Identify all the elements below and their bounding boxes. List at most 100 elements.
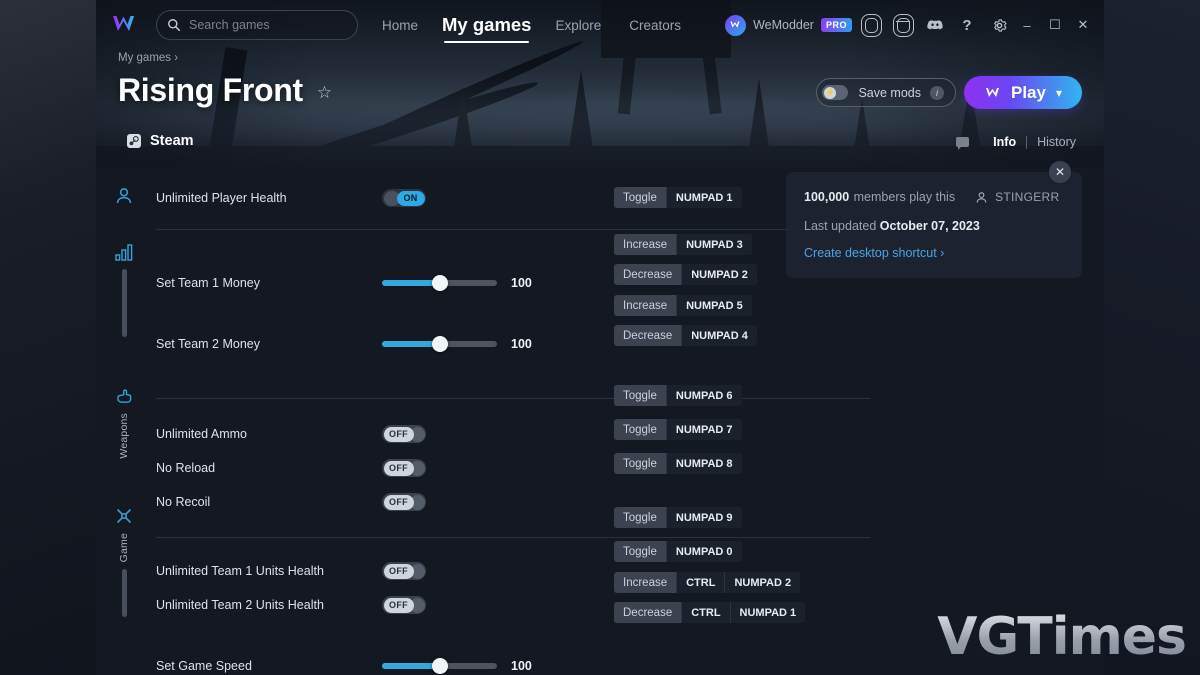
hotkey-column-3: Toggle NUMPAD 6 bbox=[614, 385, 874, 406]
avatar[interactable] bbox=[725, 14, 747, 36]
account-username[interactable]: WeModder bbox=[753, 18, 814, 32]
platform-row: Steam bbox=[118, 133, 194, 149]
last-updated-date: October 07, 2023 bbox=[879, 219, 980, 233]
cheat-slider[interactable]: 100 bbox=[382, 336, 532, 352]
tab-history[interactable]: History bbox=[1027, 135, 1086, 149]
window-minimize-button[interactable]: – bbox=[1014, 12, 1040, 38]
window-maximize-button[interactable]: ☐ bbox=[1042, 12, 1068, 38]
toggle-state-label: OFF bbox=[383, 494, 414, 510]
hotkey-key: NUMPAD 1 bbox=[729, 602, 806, 623]
category-player[interactable] bbox=[96, 186, 152, 206]
library-icon[interactable] bbox=[858, 12, 884, 38]
cheat-slider[interactable]: 100 bbox=[382, 658, 532, 674]
cheat-toggle[interactable]: OFF bbox=[382, 459, 426, 477]
hotkey-key: NUMPAD 3 bbox=[676, 234, 752, 255]
cheat-name: Unlimited Player Health bbox=[156, 191, 287, 205]
search-input[interactable] bbox=[181, 18, 357, 32]
category-scroll-indicator-game bbox=[121, 569, 127, 618]
chat-bubble-icon[interactable] bbox=[956, 137, 970, 150]
tab-info[interactable]: Info bbox=[983, 135, 1026, 149]
cheat-toggle[interactable]: OFF bbox=[382, 596, 426, 614]
hotkey-binding[interactable]: Toggle NUMPAD 8 bbox=[614, 453, 742, 474]
cheat-name: Set Team 2 Money bbox=[156, 337, 260, 351]
hotkey-key: NUMPAD 7 bbox=[665, 419, 742, 440]
nav-item-explore[interactable]: Explore bbox=[541, 18, 615, 33]
hotkey-binding[interactable]: Increase NUMPAD 5 bbox=[614, 295, 752, 316]
category-game[interactable]: Game bbox=[96, 506, 152, 618]
star-outline-icon[interactable]: ☆ bbox=[317, 83, 332, 103]
hotkey-binding[interactable]: Toggle NUMPAD 9 bbox=[614, 507, 742, 528]
toggle-state-label: ON bbox=[396, 190, 425, 206]
slider-track[interactable] bbox=[382, 658, 497, 674]
top-right-controls: WeModder PRO ? – ☐ ✕ bbox=[725, 12, 1104, 38]
nav-item-my-games[interactable]: My games bbox=[432, 14, 541, 43]
info-card-row-members: 100,000 members play this STINGERR bbox=[804, 188, 1064, 206]
hotkey-action: Increase bbox=[614, 234, 677, 255]
breadcrumb[interactable]: My games › bbox=[118, 52, 178, 64]
cheat-name: Set Game Speed bbox=[156, 659, 252, 673]
hotkey-binding[interactable]: Toggle NUMPAD 1 bbox=[614, 187, 742, 208]
hotkey-column-4: Toggle NUMPAD 7 bbox=[614, 419, 874, 440]
chevron-down-icon[interactable]: ▾ bbox=[1056, 86, 1062, 100]
save-mods-switch[interactable]: ⚡ bbox=[822, 85, 849, 100]
category-money[interactable] bbox=[96, 242, 152, 337]
cheat-slider[interactable]: 100 bbox=[382, 275, 532, 291]
hotkey-binding[interactable]: Toggle NUMPAD 0 bbox=[614, 541, 742, 562]
page-title: Rising Front bbox=[118, 72, 303, 108]
help-icon[interactable]: ? bbox=[954, 12, 980, 38]
hotkey-binding[interactable]: Increase NUMPAD 3 bbox=[614, 234, 752, 255]
nav-item-home[interactable]: Home bbox=[368, 18, 432, 33]
cheat-toggle[interactable]: OFF bbox=[382, 562, 426, 580]
person-icon bbox=[114, 186, 134, 206]
close-icon[interactable]: ✕ bbox=[1049, 161, 1071, 183]
hotkey-binding[interactable]: Decrease NUMPAD 2 bbox=[614, 264, 757, 285]
slider-knob[interactable] bbox=[431, 336, 448, 352]
hotkey-binding[interactable]: Toggle NUMPAD 6 bbox=[614, 385, 742, 406]
desktop-background-right bbox=[1104, 0, 1200, 675]
search-icon bbox=[167, 18, 181, 32]
members-count: 100,000 bbox=[804, 190, 850, 204]
mod-author[interactable]: STINGERR bbox=[975, 190, 1059, 204]
hotkey-action: Toggle bbox=[614, 507, 666, 528]
hotkey-key: NUMPAD 1 bbox=[665, 187, 742, 208]
play-button[interactable]: Play ▾ bbox=[964, 76, 1082, 109]
cheat-name: Set Team 1 Money bbox=[156, 276, 260, 290]
hotkey-binding[interactable]: Increase CTRL NUMPAD 2 bbox=[614, 572, 801, 593]
search-box[interactable] bbox=[156, 10, 358, 40]
game-info-card: ✕ 100,000 members play this STINGERR Las… bbox=[786, 161, 1082, 278]
cheat-toggle[interactable]: ON bbox=[382, 189, 426, 207]
info-icon[interactable]: i bbox=[930, 85, 944, 100]
nav-item-creators[interactable]: Creators bbox=[615, 18, 695, 33]
hotkey-action: Toggle bbox=[614, 453, 666, 474]
category-weapons[interactable]: Weapons bbox=[96, 386, 152, 459]
members-text: members play this bbox=[853, 190, 956, 204]
category-label-weapons: Weapons bbox=[118, 413, 130, 459]
slider-track[interactable] bbox=[382, 336, 497, 352]
toolbox-icon[interactable] bbox=[890, 12, 916, 38]
hotkey-binding[interactable]: Decrease NUMPAD 4 bbox=[614, 325, 757, 346]
cheat-row: Set Game Speed 100 bbox=[152, 649, 872, 675]
save-mods-toggle[interactable]: ⚡ Save mods i bbox=[816, 78, 956, 107]
bars-icon bbox=[114, 242, 134, 262]
category-rail: Weapons Game bbox=[96, 168, 152, 675]
slider-value: 100 bbox=[511, 659, 532, 673]
slider-fill bbox=[382, 280, 440, 286]
cheat-toggle[interactable]: OFF bbox=[382, 425, 426, 443]
slider-track[interactable] bbox=[382, 275, 497, 291]
hotkey-binding[interactable]: Decrease CTRL NUMPAD 1 bbox=[614, 602, 806, 623]
wemod-logo-icon[interactable] bbox=[110, 13, 142, 37]
slider-knob[interactable] bbox=[431, 275, 448, 291]
top-navigation-bar: Home My games Explore Creators WeModder … bbox=[96, 0, 1104, 50]
window-close-button[interactable]: ✕ bbox=[1070, 12, 1096, 38]
cheat-name: Unlimited Ammo bbox=[156, 427, 247, 441]
hotkey-action: Increase bbox=[614, 572, 677, 593]
settings-gear-icon[interactable] bbox=[986, 12, 1012, 38]
hotkey-key: NUMPAD 4 bbox=[681, 325, 757, 346]
discord-icon[interactable] bbox=[922, 12, 948, 38]
toggle-state-label: OFF bbox=[383, 563, 414, 579]
hotkey-binding[interactable]: Toggle NUMPAD 7 bbox=[614, 419, 742, 440]
slider-knob[interactable] bbox=[431, 658, 448, 674]
cheat-toggle[interactable]: OFF bbox=[382, 493, 426, 511]
hotkey-key: NUMPAD 0 bbox=[665, 541, 742, 562]
create-desktop-shortcut-link[interactable]: Create desktop shortcut › bbox=[804, 246, 1064, 260]
